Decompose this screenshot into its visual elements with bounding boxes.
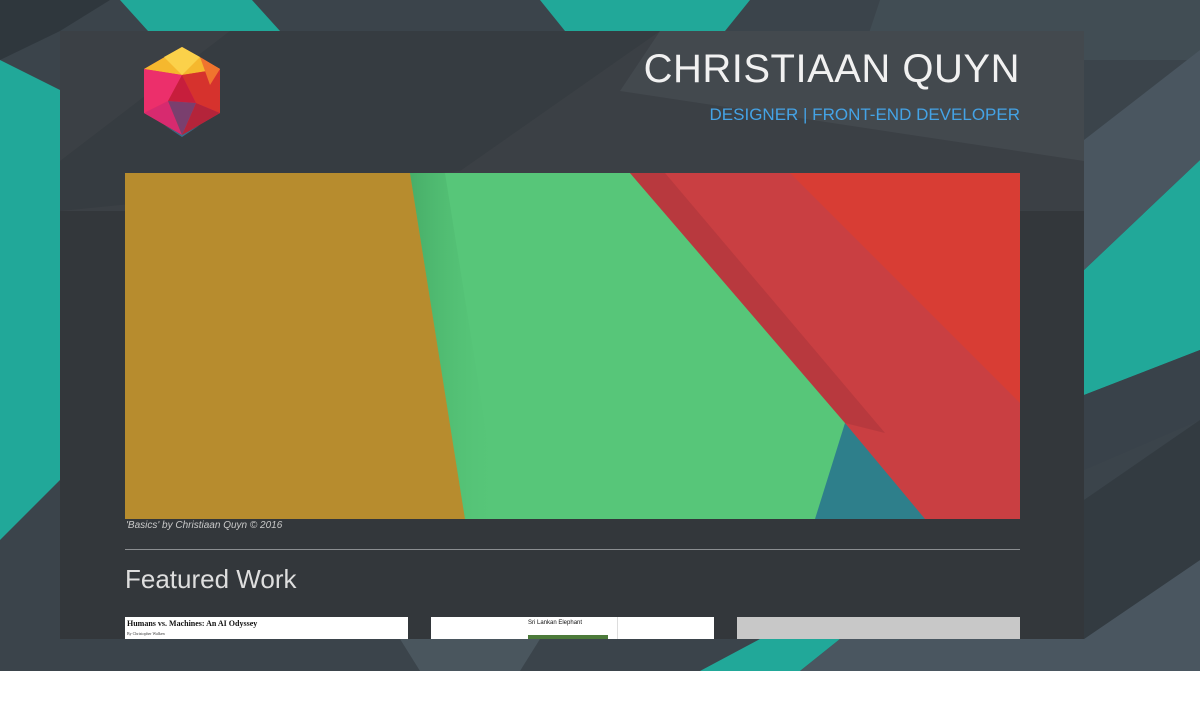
featured-item-1[interactable]: Humans vs. Machines: An AI Odyssey By Ch…	[125, 617, 408, 639]
hero-image	[125, 173, 1020, 519]
hero-caption: 'Basics' by Christiaan Quyn © 2016	[126, 520, 283, 531]
thumbnail-divider	[617, 617, 618, 639]
divider	[125, 549, 1020, 550]
featured-item-title: Humans vs. Machines: An AI Odyssey	[127, 619, 258, 628]
site-title: CHRISTIAAN QUYN	[643, 47, 1020, 91]
featured-item-title: Sri Lankan Elephant	[528, 620, 583, 626]
featured-item-2[interactable]: Sri Lankan Elephant	[431, 617, 714, 639]
hexagon-logo-icon	[144, 47, 220, 137]
thumbnail-image	[528, 635, 608, 639]
featured-item-byline: By Christopher Walken	[127, 631, 165, 636]
content-card: CHRISTIAAN QUYN DESIGNER | FRONT-END DEV…	[60, 31, 1084, 639]
featured-work-heading: Featured Work	[125, 564, 297, 594]
site-tagline: DESIGNER | FRONT-END DEVELOPER	[709, 105, 1020, 124]
featured-item-3[interactable]	[737, 617, 1020, 639]
